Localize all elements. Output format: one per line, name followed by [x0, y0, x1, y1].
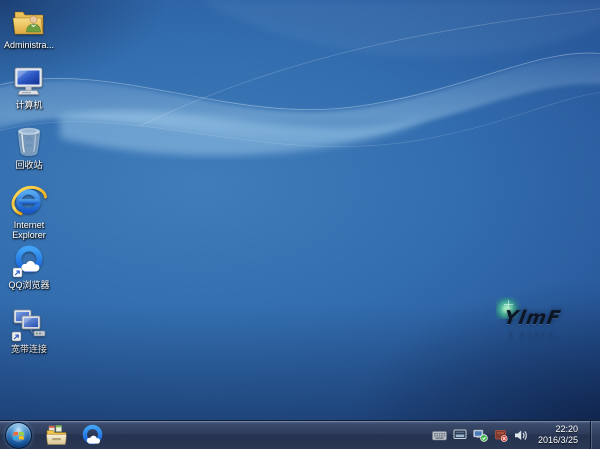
desktop-icon-label: QQ浏览器: [8, 280, 49, 290]
network-status-icon[interactable]: [473, 429, 488, 442]
ylmf-watermark: YlmF YlmF: [494, 301, 574, 347]
volume-icon[interactable]: [514, 429, 528, 442]
desktop-icon-label: 宽带连接: [11, 344, 47, 354]
shortcut-arrow-overlay: [12, 332, 21, 341]
windows-explorer-icon: [45, 425, 68, 446]
taskbar-windows-explorer-button[interactable]: [38, 421, 74, 449]
taskbar: 22:20 2016/3/25: [0, 420, 600, 449]
action-center-flag-icon[interactable]: [494, 429, 508, 442]
input-method-keyboard-icon[interactable]: [432, 430, 447, 441]
broadband-connection-icon: [10, 308, 48, 342]
desktop-wallpaper: Administra... 计算机: [0, 0, 600, 421]
green-splash-icon: [496, 297, 522, 319]
desktop-icon-administrator[interactable]: Administra...: [0, 4, 58, 50]
computer-icon: [11, 64, 47, 98]
desktop-icon-label: Administra...: [4, 40, 54, 50]
start-button[interactable]: [5, 422, 32, 449]
windows-logo-icon: [11, 428, 26, 443]
shortcut-arrow-overlay: [13, 268, 22, 277]
watermark-text: YlmF: [502, 307, 563, 329]
qq-browser-icon: [81, 424, 104, 447]
qq-browser-icon: [12, 244, 46, 278]
wallpaper-waves: [0, 0, 600, 210]
desktop-icon-qq-browser[interactable]: QQ浏览器: [0, 244, 58, 290]
taskbar-qq-browser-button[interactable]: [74, 421, 110, 449]
desktop-icon-label: Internet Explorer: [0, 220, 58, 240]
desktop-icon-label: 回收站: [15, 160, 42, 170]
system-tray: 22:20 2016/3/25: [432, 421, 600, 449]
taskbar-clock[interactable]: 22:20 2016/3/25: [534, 424, 583, 446]
watermark-reflection: YlmF: [502, 327, 563, 349]
show-desktop-button[interactable]: [590, 421, 600, 449]
administrator-folder-icon: [11, 4, 47, 38]
display-tray-icon[interactable]: [453, 429, 467, 441]
desktop-icon-internet-explorer[interactable]: Internet Explorer: [0, 184, 58, 240]
desktop-icon-recycle-bin[interactable]: 回收站: [0, 124, 58, 170]
desktop-icon-broadband[interactable]: 宽带连接: [0, 308, 58, 354]
desktop-icon-label: 计算机: [15, 100, 42, 110]
desktop-icon-computer[interactable]: 计算机: [0, 64, 58, 110]
internet-explorer-icon: [11, 184, 47, 218]
clock-time: 22:20: [555, 424, 578, 435]
clock-date: 2016/3/25: [538, 435, 578, 446]
recycle-bin-icon: [14, 124, 44, 158]
